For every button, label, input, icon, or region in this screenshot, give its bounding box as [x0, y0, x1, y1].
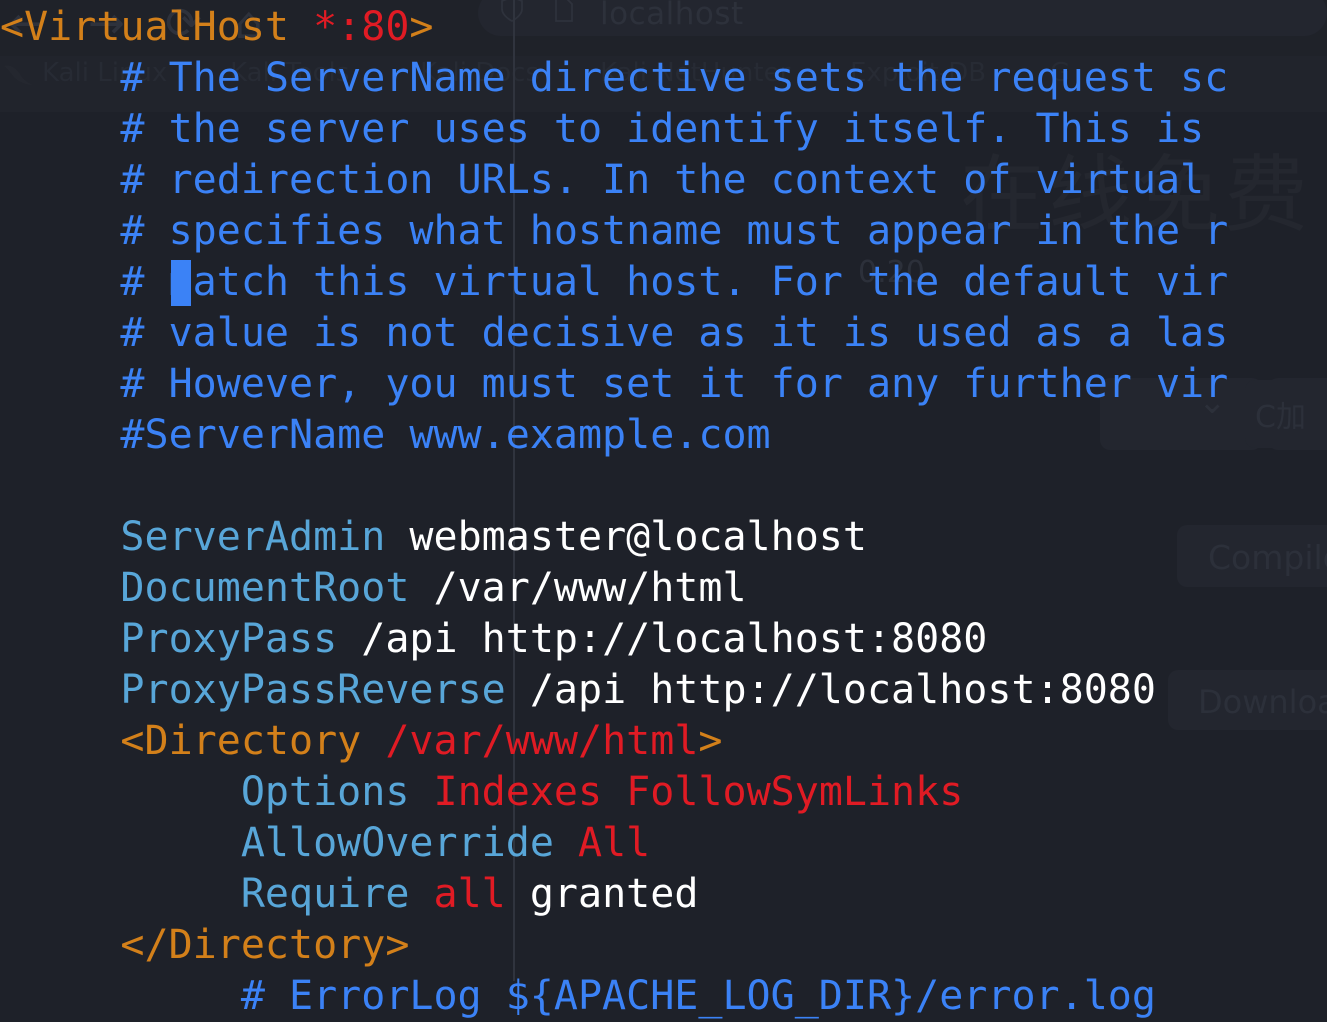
code-token-dir: AllowOverride [240, 820, 554, 866]
code-token-val [0, 820, 241, 866]
code-line[interactable]: Options Indexes FollowSymLinks [0, 767, 963, 818]
code-line[interactable]: # ErrorLog ${APACHE_LOG_DIR}/error.log [0, 971, 1156, 1022]
text-cursor [171, 260, 191, 306]
code-token-dir: ProxyPass [120, 616, 338, 662]
code-token-dir: ServerAdmin [120, 514, 386, 560]
code-token-tag: > [409, 4, 434, 50]
code-token-val: granted [505, 871, 699, 917]
code-line[interactable]: DocumentRoot /var/www/html [0, 563, 747, 614]
code-line[interactable]: # redirection URLs. In the context of vi… [0, 155, 1204, 206]
code-token-val: /var/www/html [409, 565, 747, 611]
code-token-dir: DocumentRoot [120, 565, 410, 611]
code-line[interactable]: <Directory /var/www/html> [0, 716, 723, 767]
code-line[interactable]: AllowOverride All [0, 818, 650, 869]
code-token-comment: # However, you must set it for any furth… [0, 361, 1229, 407]
code-token-tag: > [698, 718, 723, 764]
code-line[interactable]: ServerAdmin webmaster@localhost [0, 512, 867, 563]
code-token-val: /api http://localhost:8080 [337, 616, 988, 662]
code-token-val [0, 667, 120, 713]
code-token-val: webmaster@localhost [385, 514, 867, 560]
code-token-val: /api http://localhost:8080 [505, 667, 1156, 713]
code-line[interactable]: # specifies what hostname must appear in… [0, 206, 1228, 257]
code-token-comment: # redirection URLs. In the context of vi… [0, 157, 1205, 203]
code-token-tag: <VirtualHost [0, 4, 314, 50]
code-line[interactable]: # the server uses to identify itself. Th… [0, 104, 1204, 155]
code-token-attr: /var/www/html [385, 718, 699, 764]
code-token-attr: All [578, 820, 651, 866]
code-token-val [0, 514, 120, 560]
code-token-val [0, 871, 241, 917]
code-token-val [0, 922, 120, 968]
code-line[interactable]: ProxyPass /api http://localhost:8080 [0, 614, 987, 665]
code-token-comment: # value is not decisive as it is used as… [0, 310, 1229, 356]
code-token-tag: </Directory> [120, 922, 410, 968]
code-token-comment: # The ServerName directive sets the requ… [0, 55, 1229, 101]
code-token-comment: # ErrorLog ${APACHE_LOG_DIR}/error.log [0, 973, 1156, 1019]
code-line[interactable]: ProxyPassReverse /api http://localhost:8… [0, 665, 1156, 716]
code-editor-surface[interactable]: <VirtualHost *:80> # The ServerName dire… [0, 0, 1327, 1019]
code-token-dir: Require [240, 871, 410, 917]
code-line[interactable]: </Directory> [0, 920, 409, 971]
code-token-val [0, 616, 120, 662]
code-line[interactable]: <VirtualHost *:80> [0, 2, 434, 53]
code-token-comment: # the server uses to identify itself. Th… [0, 106, 1205, 152]
code-token-val [0, 769, 241, 815]
code-line[interactable]: #ServerName www.example.com [0, 410, 771, 461]
code-token-val [0, 565, 120, 611]
code-line[interactable]: # However, you must set it for any furth… [0, 359, 1228, 410]
code-token-comment: # specifies what hostname must appear in… [0, 208, 1229, 254]
code-token-val [409, 871, 433, 917]
code-token-attr: Indexes FollowSymLinks [433, 769, 964, 815]
code-line[interactable]: Require all granted [0, 869, 699, 920]
code-token-val [0, 718, 120, 764]
code-token-tag: <Directory [120, 718, 386, 764]
code-line[interactable]: # The ServerName directive sets the requ… [0, 53, 1228, 104]
code-token-dir: Options [240, 769, 410, 815]
code-line[interactable]: # value is not decisive as it is used as… [0, 308, 1228, 359]
code-token-dir: ProxyPassReverse [120, 667, 506, 713]
code-token-val [409, 769, 433, 815]
code-token-attr: *:80 [313, 4, 410, 50]
code-token-attr: all [433, 871, 506, 917]
code-token-comment: #ServerName www.example.com [0, 412, 771, 458]
code-token-val [554, 820, 578, 866]
